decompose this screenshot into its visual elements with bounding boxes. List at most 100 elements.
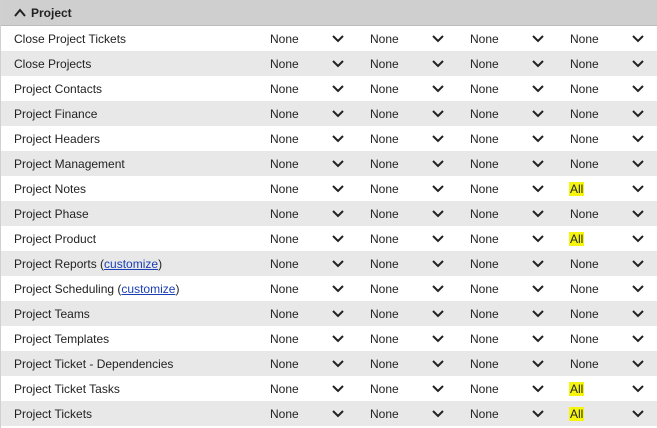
permission-level-select[interactable]: None [469, 326, 559, 351]
permission-level-select[interactable]: None [469, 301, 559, 326]
permission-level-value: None [470, 256, 499, 271]
permission-level-select[interactable]: None [469, 76, 559, 101]
permission-level-select[interactable]: None [569, 251, 657, 276]
permission-level-select[interactable]: None [569, 151, 657, 176]
permission-level-select[interactable]: None [469, 201, 559, 226]
permission-level-value: All [569, 181, 585, 196]
permission-level-select[interactable]: None [569, 126, 657, 151]
chevron-down-icon [532, 235, 544, 243]
permission-level-select[interactable]: None [269, 126, 359, 151]
permission-level-select[interactable]: None [469, 401, 559, 426]
permission-level-select[interactable]: None [269, 326, 359, 351]
permission-level-select[interactable]: None [269, 151, 359, 176]
chevron-down-icon [532, 110, 544, 118]
permission-level-select[interactable]: None [469, 276, 559, 301]
chevron-down-icon [432, 185, 444, 193]
permission-level-select[interactable]: None [569, 51, 657, 76]
permission-level-select[interactable]: None [269, 376, 359, 401]
permission-level-value: None [370, 56, 399, 71]
permission-level-select[interactable]: None [269, 26, 359, 51]
permission-level-select[interactable]: None [569, 26, 657, 51]
permission-level-value: None [370, 231, 399, 246]
permission-level-value: None [270, 181, 299, 196]
permission-level-select[interactable]: None [369, 401, 459, 426]
chevron-down-icon [332, 260, 344, 268]
permission-level-value: None [570, 106, 599, 121]
permission-level-select[interactable]: None [269, 251, 359, 276]
permission-level-value: None [370, 206, 399, 221]
permission-level-select[interactable]: None [369, 326, 459, 351]
permission-level-select[interactable]: None [269, 51, 359, 76]
permission-level-select[interactable]: None [269, 301, 359, 326]
chevron-down-icon [632, 260, 644, 268]
permission-level-select[interactable]: None [469, 251, 559, 276]
permission-name: Project Phase [14, 201, 89, 226]
permission-level-select[interactable]: None [269, 176, 359, 201]
customize-link[interactable]: customize [104, 257, 158, 271]
permission-label: Project Scheduling [14, 281, 115, 296]
permission-label: Project Phase [14, 206, 89, 221]
permission-level-value: None [570, 81, 599, 96]
permission-level-select[interactable]: None [369, 176, 459, 201]
permission-level-value: None [470, 106, 499, 121]
permission-level-select[interactable]: None [269, 351, 359, 376]
permission-level-select[interactable]: None [369, 126, 459, 151]
permission-level-select[interactable]: All [569, 376, 657, 401]
permission-level-select[interactable]: None [569, 301, 657, 326]
permission-level-select[interactable]: None [369, 151, 459, 176]
permission-level-select[interactable]: None [369, 51, 459, 76]
permission-level-select[interactable]: None [369, 26, 459, 51]
chevron-down-icon [532, 85, 544, 93]
permission-label: Project Ticket - Dependencies [14, 356, 174, 371]
permission-level-select[interactable]: None [469, 101, 559, 126]
permission-level-select[interactable]: All [569, 401, 657, 426]
permission-level-select[interactable]: None [269, 201, 359, 226]
permission-level-select[interactable]: None [369, 226, 459, 251]
permission-level-select[interactable]: None [369, 101, 459, 126]
section-header-toggle[interactable]: Project [1, 0, 657, 26]
permission-level-value: None [370, 306, 399, 321]
permission-level-select[interactable]: None [469, 176, 559, 201]
permission-level-select[interactable]: None [269, 101, 359, 126]
permission-level-select[interactable]: None [369, 351, 459, 376]
permission-level-select[interactable]: None [469, 51, 559, 76]
permission-level-select[interactable]: None [469, 26, 559, 51]
permission-label: Project Templates [14, 331, 110, 346]
permission-level-value: None [470, 131, 499, 146]
permission-name: Project Management [14, 151, 125, 176]
permission-level-select[interactable]: None [569, 276, 657, 301]
permission-level-select[interactable]: None [269, 76, 359, 101]
permission-level-select[interactable]: All [569, 226, 657, 251]
permission-level-select[interactable]: None [469, 376, 559, 401]
permission-level-select[interactable]: None [369, 76, 459, 101]
chevron-down-icon [532, 185, 544, 193]
permission-level-value: All [569, 231, 585, 246]
permission-level-value: None [270, 206, 299, 221]
permission-level-select[interactable]: None [469, 151, 559, 176]
permission-level-value: None [470, 306, 499, 321]
permission-level-select[interactable]: None [269, 226, 359, 251]
permission-level-select[interactable]: None [469, 351, 559, 376]
permission-row: Project Notes None None None All [1, 176, 657, 201]
permission-level-select[interactable]: None [469, 126, 559, 151]
permission-level-select[interactable]: None [269, 401, 359, 426]
permission-level-select[interactable]: None [569, 101, 657, 126]
permission-level-select[interactable]: None [569, 76, 657, 101]
permission-level-value: None [370, 331, 399, 346]
permission-level-value: None [570, 356, 599, 371]
customize-link[interactable]: customize [121, 282, 175, 296]
permission-level-select[interactable]: None [369, 376, 459, 401]
permission-level-select[interactable]: None [569, 351, 657, 376]
permission-level-value: None [470, 356, 499, 371]
permission-level-select[interactable]: None [369, 301, 459, 326]
permission-level-select[interactable]: None [569, 201, 657, 226]
permission-row: Project Product None None None All [1, 226, 657, 251]
permission-level-select[interactable]: None [269, 276, 359, 301]
permission-level-select[interactable]: None [369, 251, 459, 276]
permission-level-select[interactable]: None [569, 326, 657, 351]
chevron-down-icon [332, 135, 344, 143]
permission-level-select[interactable]: None [469, 226, 559, 251]
permission-level-select[interactable]: None [369, 276, 459, 301]
permission-level-select[interactable]: None [369, 201, 459, 226]
permission-level-select[interactable]: All [569, 176, 657, 201]
